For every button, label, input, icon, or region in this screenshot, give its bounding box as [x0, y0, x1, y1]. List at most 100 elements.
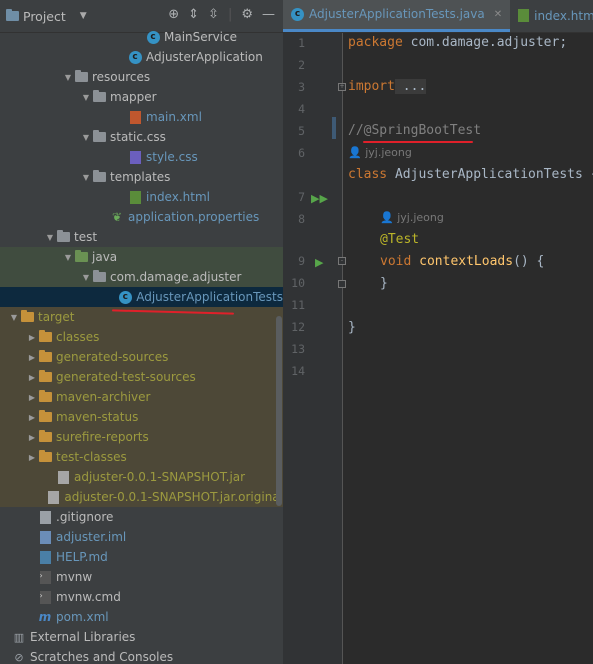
- tree-item-external-libraries[interactable]: ▥ External Libraries: [0, 627, 283, 647]
- run-test-icon[interactable]: ▶: [315, 256, 323, 269]
- tree-item-adjusterapplicationtests[interactable]: c AdjusterApplicationTests: [0, 287, 283, 307]
- tree-item-java[interactable]: ▼ java: [0, 247, 283, 267]
- chevron-down-icon[interactable]: ▼: [80, 173, 92, 182]
- minimize-icon[interactable]: —: [262, 7, 275, 22]
- tree-item-mapper[interactable]: ▼ mapper: [0, 87, 283, 107]
- project-view-selector[interactable]: Project ▼: [6, 9, 87, 24]
- chevron-down-icon[interactable]: ▼: [62, 73, 74, 82]
- orange-folder-icon: [38, 370, 52, 384]
- code-line-6: //@SpringBootTest: [348, 123, 482, 138]
- locate-target-icon[interactable]: ⊕: [168, 7, 179, 22]
- orange-folder-icon: [38, 390, 52, 404]
- code-line-7: class AdjusterApplicationTests {: [348, 167, 593, 182]
- tree-item-com-damage-adjuster[interactable]: ▼ com.damage.adjuster: [0, 267, 283, 287]
- tree-item-classes[interactable]: ▶ classes: [0, 327, 283, 347]
- chevron-down-icon[interactable]: ▼: [8, 313, 20, 322]
- run-class-icon[interactable]: ▶▶: [311, 192, 328, 205]
- tree-item-generated-sources[interactable]: ▶ generated-sources: [0, 347, 283, 367]
- chevron-right-icon[interactable]: ▶: [26, 413, 38, 422]
- line-number: 3: [298, 80, 305, 94]
- tree-item-label: generated-test-sources: [56, 370, 196, 384]
- tree-item-help-md[interactable]: HELP.md: [0, 547, 283, 567]
- tree-item-scratches-and-consoles[interactable]: ⊘ Scratches and Consoles: [0, 647, 283, 664]
- tree-item-label: static.css: [110, 130, 166, 144]
- tree-item-label: pom.xml: [56, 610, 109, 624]
- spring-class-icon: c: [128, 50, 142, 64]
- chevron-right-icon[interactable]: ▶: [26, 433, 38, 442]
- project-scrollbar[interactable]: [276, 316, 282, 506]
- tree-item-mvnw[interactable]: › mvnw: [0, 567, 283, 587]
- tree-item-label: application.properties: [128, 210, 260, 224]
- test-class-icon: c: [291, 7, 304, 21]
- tree-item-static-css[interactable]: ▼ static.css: [0, 127, 283, 147]
- tree-item-adjuster-iml[interactable]: adjuster.iml: [0, 527, 283, 547]
- tree-item-adjusterapplication[interactable]: c AdjusterApplication: [0, 47, 283, 67]
- orange-folder-icon: [38, 430, 52, 444]
- tree-item-application-properties[interactable]: ❦ application.properties: [0, 207, 283, 227]
- tree-item-label: AdjusterApplicationTests: [136, 290, 283, 304]
- tree-item-index-html[interactable]: index.html: [0, 187, 283, 207]
- chevron-right-icon[interactable]: ▶: [26, 333, 38, 342]
- line-number: 6: [298, 146, 305, 160]
- tree-item-label: Scratches and Consoles: [30, 650, 174, 664]
- folder-icon: [92, 90, 106, 104]
- tree-item-style-css[interactable]: style.css: [0, 147, 283, 167]
- chevron-down-icon[interactable]: ▼: [80, 273, 92, 282]
- gear-icon[interactable]: ⚙: [241, 7, 253, 22]
- tree-item-maven-archiver[interactable]: ▶ maven-archiver: [0, 387, 283, 407]
- tab-adjuster-application-tests[interactable]: c AdjusterApplicationTests.java ✕: [283, 0, 511, 32]
- package-icon: [92, 270, 106, 284]
- tree-item-maven-status[interactable]: ▶ maven-status: [0, 407, 283, 427]
- code-line-11: }: [380, 276, 388, 291]
- tree-item-label: MainService: [164, 30, 237, 44]
- fold-import-icon[interactable]: +: [338, 83, 346, 91]
- editor-tab-bar: c AdjusterApplicationTests.java ✕ index.…: [283, 0, 593, 33]
- iml-file-icon: [38, 530, 52, 544]
- tree-item-templates[interactable]: ▼ templates: [0, 167, 283, 187]
- properties-leaf-icon: ❦: [111, 210, 123, 224]
- tree-item-surefire-reports[interactable]: ▶ surefire-reports: [0, 427, 283, 447]
- tree-item-label: maven-archiver: [56, 390, 151, 404]
- libraries-icon: ▥: [13, 630, 25, 644]
- chevron-down-icon[interactable]: ▼: [80, 93, 92, 102]
- line-number: 7: [298, 190, 305, 204]
- close-icon[interactable]: ✕: [494, 9, 502, 20]
- fold-method-end-icon[interactable]: [338, 280, 346, 288]
- tree-item-label: style.css: [146, 150, 198, 164]
- tree-item-test[interactable]: ▼ test: [0, 227, 283, 247]
- tree-item-generated-test-sources[interactable]: ▶ generated-test-sources: [0, 367, 283, 387]
- chevron-down-icon[interactable]: ▼: [44, 233, 56, 242]
- line-number-gutter: 1 2 3 4 5 6 7 8 9 10 11 12 13 14 ▶▶ ▶ + …: [283, 33, 346, 664]
- chevron-right-icon[interactable]: ▶: [26, 393, 38, 402]
- line-number: 4: [298, 102, 305, 116]
- tree-item--gitignore[interactable]: .gitignore: [0, 507, 283, 527]
- line-number: 9: [298, 254, 305, 268]
- tree-item-test-classes[interactable]: ▶ test-classes: [0, 447, 283, 467]
- tab-label: AdjusterApplicationTests.java: [309, 7, 485, 21]
- tree-item-adjuster-0-0-1-snapshot-jar-original[interactable]: adjuster-0.0.1-SNAPSHOT.jar.original: [0, 487, 283, 507]
- tree-item-mainservice[interactable]: c MainService: [0, 27, 283, 47]
- tab-index-html[interactable]: index.html: [510, 0, 593, 32]
- orange-folder-icon: [38, 450, 52, 464]
- chevron-down-icon[interactable]: ▼: [80, 133, 92, 142]
- tree-item-label: .gitignore: [56, 510, 114, 524]
- expand-all-icon[interactable]: ⇕: [188, 7, 199, 22]
- chevron-down-icon[interactable]: ▼: [62, 253, 74, 262]
- chevron-right-icon[interactable]: ▶: [26, 453, 38, 462]
- project-folder-icon: [6, 9, 19, 21]
- fold-method-icon[interactable]: -: [338, 257, 346, 265]
- tree-item-label: mapper: [110, 90, 157, 104]
- chevron-right-icon[interactable]: ▶: [26, 373, 38, 382]
- chevron-down-icon[interactable]: ▼: [80, 11, 87, 21]
- tree-item-main-xml[interactable]: main.xml: [0, 107, 283, 127]
- collapse-all-icon[interactable]: ⇳: [208, 7, 219, 22]
- tree-item-pom-xml[interactable]: m pom.xml: [0, 607, 283, 627]
- code-line-13: }: [348, 320, 356, 335]
- tree-item-mvnw-cmd[interactable]: › mvnw.cmd: [0, 587, 283, 607]
- tree-item-label: main.xml: [146, 110, 202, 124]
- chevron-right-icon[interactable]: ▶: [26, 353, 38, 362]
- folder-icon: [92, 130, 106, 144]
- tree-item-resources[interactable]: ▼ resources: [0, 67, 283, 87]
- tree-item-label: mvnw: [56, 570, 93, 584]
- tree-item-adjuster-0-0-1-snapshot-jar[interactable]: adjuster-0.0.1-SNAPSHOT.jar: [0, 467, 283, 487]
